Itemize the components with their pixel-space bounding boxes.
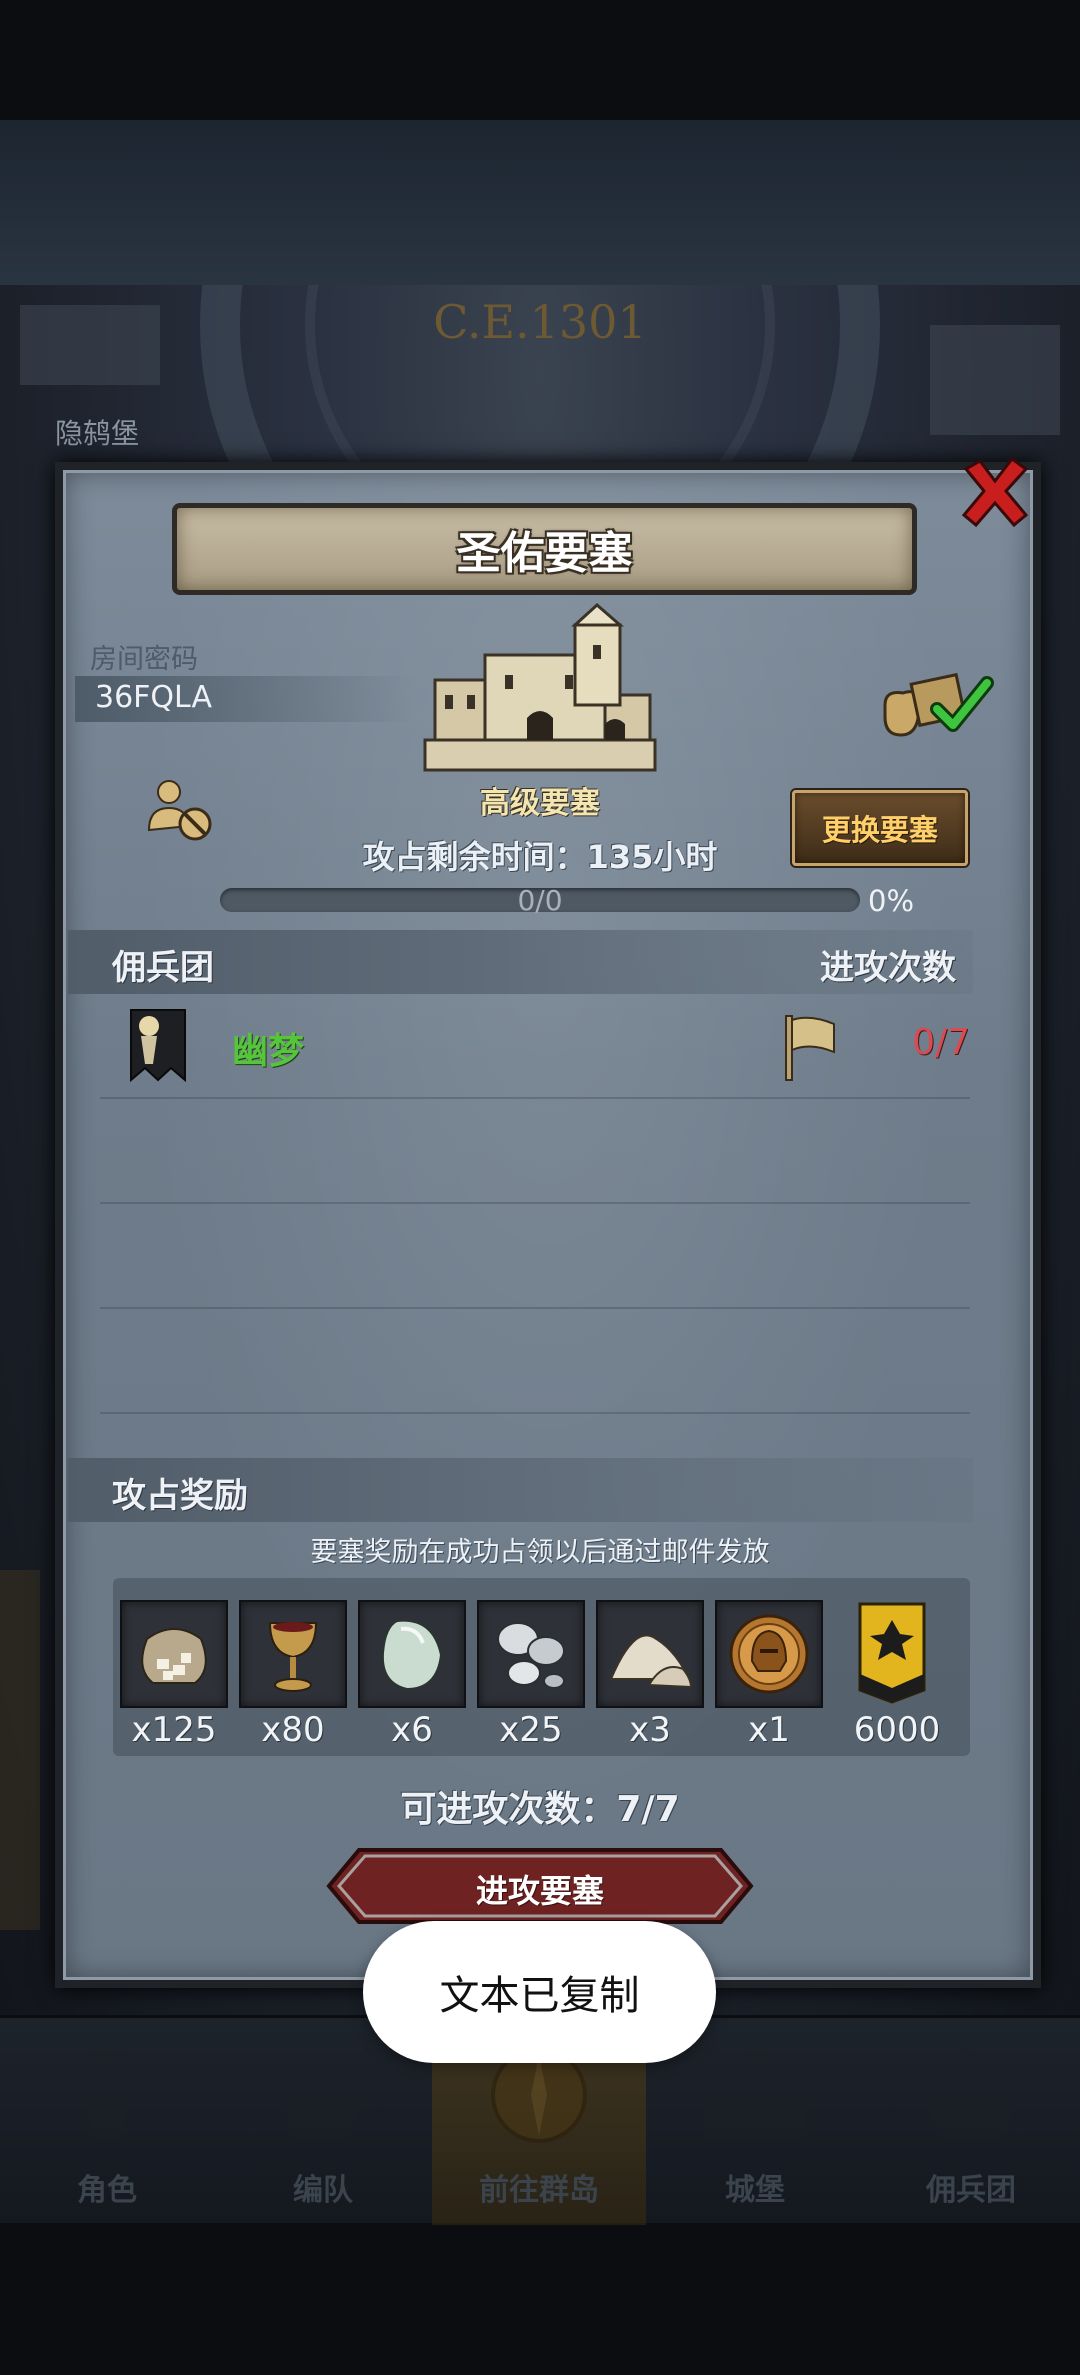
room-code[interactable]: 36FQLA	[95, 680, 212, 715]
reward-quantity: x125	[131, 1710, 217, 1750]
attack-fortress-label[interactable]: 进攻要塞	[325, 1866, 755, 1912]
dialog-title: 圣佑要塞	[456, 528, 633, 579]
reward-frame	[120, 1600, 228, 1708]
row-divider	[100, 1202, 970, 1204]
mercenary-name[interactable]: 幽梦	[232, 1022, 304, 1074]
mercenary-attack-count: 0/7	[912, 1022, 970, 1063]
reward-item[interactable]	[715, 1600, 823, 1708]
close-icon	[961, 456, 1029, 528]
room-password-label: 房间密码	[90, 644, 198, 675]
close-button[interactable]	[955, 452, 1035, 532]
year-label: C.E.1301	[433, 295, 647, 349]
squad-icon	[283, 2063, 360, 2140]
silver-icon	[497, 1622, 565, 1689]
reward-quantity: x1	[748, 1710, 790, 1750]
attack-flag-icon	[785, 1015, 835, 1081]
title-plaque: 圣佑要塞	[172, 503, 917, 595]
rank-banner-icon	[858, 1602, 926, 1704]
reward-quantity: 6000	[853, 1710, 941, 1750]
nav-label: 编队	[293, 2173, 353, 2208]
reward-item[interactable]	[596, 1600, 704, 1708]
background-top	[0, 120, 1080, 290]
row-divider	[100, 1307, 970, 1309]
sack-icon	[141, 1628, 207, 1684]
nav-label: 佣兵团	[926, 2173, 1016, 2208]
ship-icon	[925, 2044, 1017, 2139]
reward-quantity: x25	[499, 1710, 563, 1750]
background-side-panel	[0, 1570, 40, 1930]
guild-banner-icon	[130, 1009, 186, 1082]
reward-frame	[596, 1600, 704, 1708]
capture-progress-text: 0/0	[517, 884, 563, 917]
nav-item-character[interactable]: 角色	[12, 2040, 202, 2215]
castle-icon	[705, 2050, 805, 2140]
reward-item[interactable]	[477, 1600, 585, 1708]
fortress-castle-icon	[423, 602, 657, 772]
reward-item[interactable]	[239, 1600, 347, 1708]
nav-item-islands[interactable]: 前往群岛	[444, 2040, 634, 2215]
attack-count-header: 进攻次数	[820, 948, 956, 988]
supplies-ready-icon[interactable]	[875, 665, 995, 740]
reward-item[interactable]	[856, 1600, 928, 1704]
reward-item[interactable]	[120, 1600, 228, 1708]
nav-label: 角色	[77, 2173, 137, 2208]
reward-note: 要塞奖励在成功占领以后通过邮件发放	[310, 1537, 770, 1568]
helmet-medal-icon	[729, 1614, 809, 1694]
goblet-icon	[268, 1622, 318, 1692]
capture-progress-percent: 0%	[868, 884, 915, 918]
nav-item-formation[interactable]: 编队	[228, 2040, 418, 2215]
available-attack-times: 可进攻次数：7/7	[400, 1789, 680, 1830]
map-location-label[interactable]: 隐鸫堡	[55, 412, 139, 452]
nav-item-castle[interactable]: 城堡	[660, 2040, 850, 2215]
game-screen: C.E.1301 隐鸫堡 圣佑要塞 房间密码 36FQLA 高级要塞 更换要塞 …	[0, 0, 1080, 2375]
reward-frame	[477, 1600, 585, 1708]
toast-text: 文本已复制	[439, 1973, 640, 2019]
row-divider	[100, 1412, 970, 1414]
sand-icon	[609, 1634, 693, 1689]
nav-label: 前往群岛	[479, 2173, 599, 2208]
fortress-level: 高级要塞	[480, 786, 600, 821]
copied-toast: 文本已复制	[363, 1921, 716, 2063]
mercenary-section-title: 佣兵团	[112, 948, 214, 988]
reward-section-title: 攻占奖励	[112, 1476, 248, 1516]
reward-frame	[239, 1600, 347, 1708]
reward-quantity: x6	[391, 1710, 433, 1750]
row-divider	[100, 1097, 970, 1099]
gem-icon	[381, 1619, 443, 1691]
reward-quantity: x80	[261, 1710, 325, 1750]
nav-item-mercenary[interactable]: 佣兵团	[876, 2040, 1066, 2215]
remaining-time: 攻占剩余时间：135小时	[362, 838, 718, 876]
nav-label: 城堡	[725, 2173, 785, 2208]
reward-quantity: x3	[629, 1710, 671, 1750]
reward-frame	[715, 1600, 823, 1708]
reward-item[interactable]	[358, 1600, 466, 1708]
reward-frame	[358, 1600, 466, 1708]
knight-icon	[83, 2050, 131, 2140]
